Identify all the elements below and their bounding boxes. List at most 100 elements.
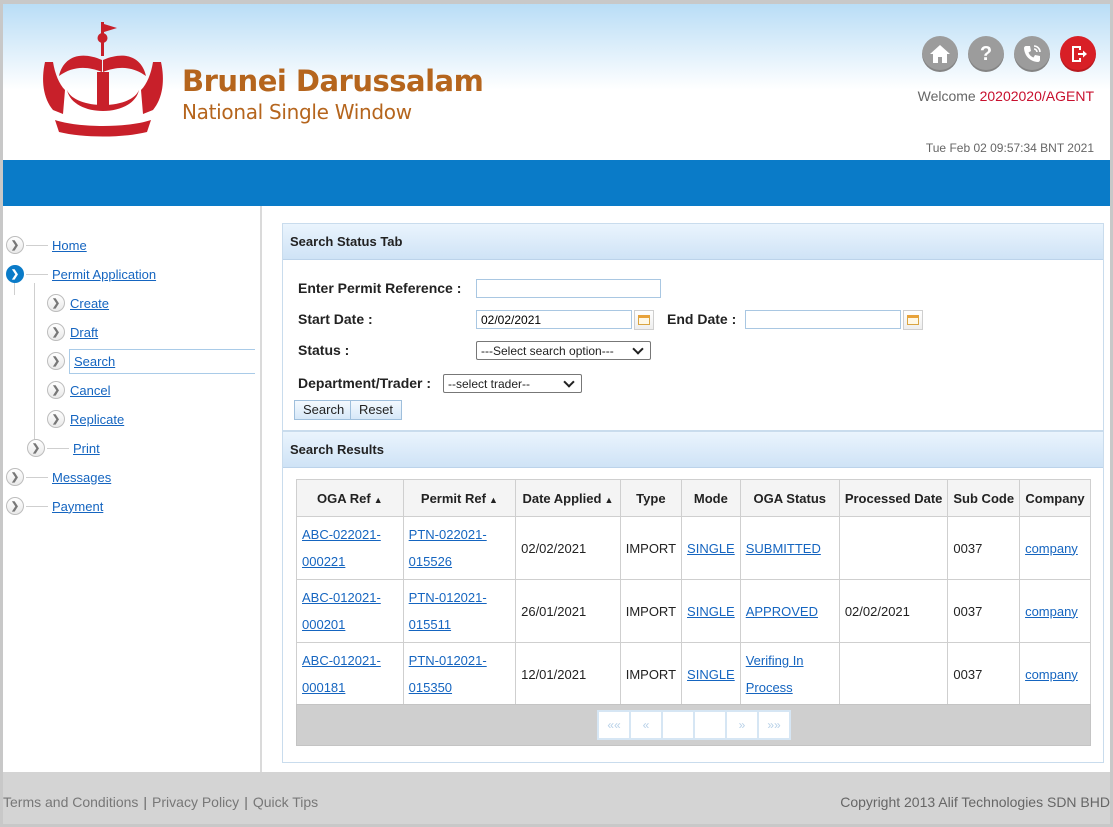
end-date-input[interactable] <box>745 310 901 329</box>
contact-icon[interactable] <box>1014 36 1050 72</box>
oga-ref-link[interactable]: ABC-022021- 000221 <box>302 527 381 569</box>
page-input-a[interactable] <box>662 711 694 739</box>
sidebar-link-messages[interactable]: Messages <box>52 470 111 485</box>
mode-link[interactable]: SINGLE <box>687 604 735 619</box>
chevron-right-icon: ❯ <box>47 352 65 370</box>
sidebar-link-payment[interactable]: Payment <box>52 499 103 514</box>
department-trader-label: Department/Trader : <box>298 375 432 391</box>
table-row: ABC-022021- 000221 PTN-022021- 015526 02/0… <box>296 516 1091 580</box>
company-cell: company <box>1019 642 1091 706</box>
table-header-row: OGA Ref ▲︎ Permit Ref ▲︎ Date Applied ▲︎ Ty… <box>296 479 1091 517</box>
oga-ref-link[interactable]: ABC-012021- 000201 <box>302 590 381 632</box>
search-status-panel: Search Status Tab Enter Permit Reference… <box>282 223 1104 431</box>
column-header-oga-ref[interactable]: OGA Ref ▲︎ <box>296 479 404 517</box>
footer-separator: | <box>244 794 248 810</box>
sidebar-link-draft[interactable]: Draft <box>70 325 98 340</box>
company-link[interactable]: company <box>1025 541 1078 556</box>
app-window: Brunei Darussalam National Single Window… <box>0 0 1113 827</box>
sidebar-item-permit-application[interactable]: ❯ Permit Application <box>6 263 156 285</box>
next-page-button[interactable]: » <box>726 711 758 739</box>
permit-ref-cell: PTN-012021- 015350 <box>402 642 517 706</box>
sort-icon[interactable]: ▲︎ <box>489 495 498 505</box>
status-select[interactable]: ---Select search option--- <box>476 341 651 360</box>
home-icon[interactable] <box>922 36 958 72</box>
sidebar-link-cancel[interactable]: Cancel <box>70 383 110 398</box>
oga-ref-cell: ABC-022021- 000221 <box>296 516 404 580</box>
sidebar-item-messages[interactable]: ❯ Messages <box>6 466 111 488</box>
sidebar-item-create[interactable]: ❯ Create <box>47 292 109 314</box>
footer-separator: | <box>143 794 148 810</box>
help-icon[interactable]: ? <box>968 36 1004 72</box>
results-table: OGA Ref ▲︎ Permit Ref ▲︎ Date Applied ▲︎ Ty… <box>296 479 1091 706</box>
oga-status-link[interactable]: SUBMITTED <box>746 541 821 556</box>
mode-cell: SINGLE <box>681 516 741 580</box>
column-label: OGA Ref <box>317 490 371 506</box>
company-link[interactable]: company <box>1025 604 1078 619</box>
company-link[interactable]: company <box>1025 667 1078 682</box>
last-page-button[interactable]: »» <box>758 711 790 739</box>
sidebar-item-print[interactable]: ❯ Print <box>27 437 100 459</box>
permit-ref-link[interactable]: PTN-012021- 015350 <box>409 653 487 695</box>
date-applied-cell: 12/01/2021 <box>515 642 621 706</box>
page-input-b[interactable] <box>694 711 726 739</box>
sidebar-item-replicate[interactable]: ❯ Replicate <box>47 408 124 430</box>
oga-ref-link[interactable]: ABC-012021- 000181 <box>302 653 381 695</box>
first-page-button[interactable]: «« <box>598 711 630 739</box>
sidebar-link-print[interactable]: Print <box>73 441 100 456</box>
mode-link[interactable]: SINGLE <box>687 541 735 556</box>
site-header: Brunei Darussalam National Single Window… <box>3 4 1110 160</box>
header-toolbar: ? <box>922 36 1096 72</box>
permit-ref-link[interactable]: PTN-022021- 015526 <box>409 527 487 569</box>
column-header-permit-ref[interactable]: Permit Ref ▲︎ <box>402 479 517 517</box>
brand-title: Brunei Darussalam <box>182 64 484 98</box>
column-header-date-applied[interactable]: Date Applied ▲︎ <box>515 479 621 517</box>
permit-ref-input[interactable] <box>476 279 661 298</box>
sidebar-item-home[interactable]: ❯ Home <box>6 234 87 256</box>
column-header-oga-status: OGA Status <box>739 479 840 517</box>
prev-page-button[interactable]: « <box>630 711 662 739</box>
logout-icon[interactable] <box>1060 36 1096 72</box>
sidebar-link-create[interactable]: Create <box>70 296 109 311</box>
sidebar-item-search[interactable]: ❯ Search <box>47 348 256 374</box>
chevron-right-icon: ❯ <box>47 410 65 428</box>
sidebar-link-home[interactable]: Home <box>52 238 87 253</box>
search-results-panel: Search Results OGA Ref ▲︎ Permit Ref ▲︎ Da… <box>282 431 1104 763</box>
chevron-right-icon: ❯ <box>47 323 65 341</box>
company-cell: company <box>1019 516 1091 580</box>
mode-link[interactable]: SINGLE <box>687 667 735 682</box>
department-trader-select[interactable]: --select trader-- <box>443 374 582 393</box>
national-emblem-logo <box>43 22 163 137</box>
calendar-icon[interactable] <box>903 310 923 330</box>
tree-line <box>34 283 35 453</box>
terms-link[interactable]: Terms and Conditions <box>3 794 138 810</box>
mode-cell: SINGLE <box>681 579 741 643</box>
oga-status-link[interactable]: APPROVED <box>746 604 818 619</box>
column-header-type: Type <box>619 479 683 517</box>
start-date-label: Start Date : <box>298 311 373 327</box>
sort-icon[interactable]: ▲︎ <box>604 495 613 505</box>
column-label: Permit Ref <box>420 490 486 506</box>
sidebar-item-cancel[interactable]: ❯ Cancel <box>47 379 110 401</box>
oga-status-cell: Verifing In Process <box>739 642 840 706</box>
permit-ref-cell: PTN-022021- 015526 <box>402 516 517 580</box>
start-date-input[interactable] <box>476 310 632 329</box>
copyright-text: Copyright 2013 Alif Technologies SDN BHD <box>840 794 1110 810</box>
quick-tips-link[interactable]: Quick Tips <box>253 794 318 810</box>
sidebar-link-replicate[interactable]: Replicate <box>70 412 124 427</box>
reset-button[interactable]: Reset <box>350 400 402 420</box>
sidebar-item-payment[interactable]: ❯ Payment <box>6 495 103 517</box>
sub-code-cell: 0037 <box>947 579 1021 643</box>
calendar-icon[interactable] <box>634 310 654 330</box>
sidebar-item-draft[interactable]: ❯ Draft <box>47 321 98 343</box>
oga-ref-cell: ABC-012021- 000201 <box>296 579 404 643</box>
oga-status-link[interactable]: Verifing In Process <box>746 653 804 695</box>
search-button[interactable]: Search <box>294 400 354 420</box>
privacy-link[interactable]: Privacy Policy <box>152 794 239 810</box>
current-user: 20202020/AGENT <box>979 88 1094 104</box>
results-panel-title: Search Results <box>283 432 1103 468</box>
sidebar-link-search[interactable]: Search <box>69 348 256 374</box>
sort-icon[interactable]: ▲︎ <box>374 495 383 505</box>
sidebar-link-permit-application[interactable]: Permit Application <box>52 267 156 282</box>
permit-ref-link[interactable]: PTN-012021- 015511 <box>409 590 487 632</box>
pagination: «« « » »» <box>597 710 791 740</box>
